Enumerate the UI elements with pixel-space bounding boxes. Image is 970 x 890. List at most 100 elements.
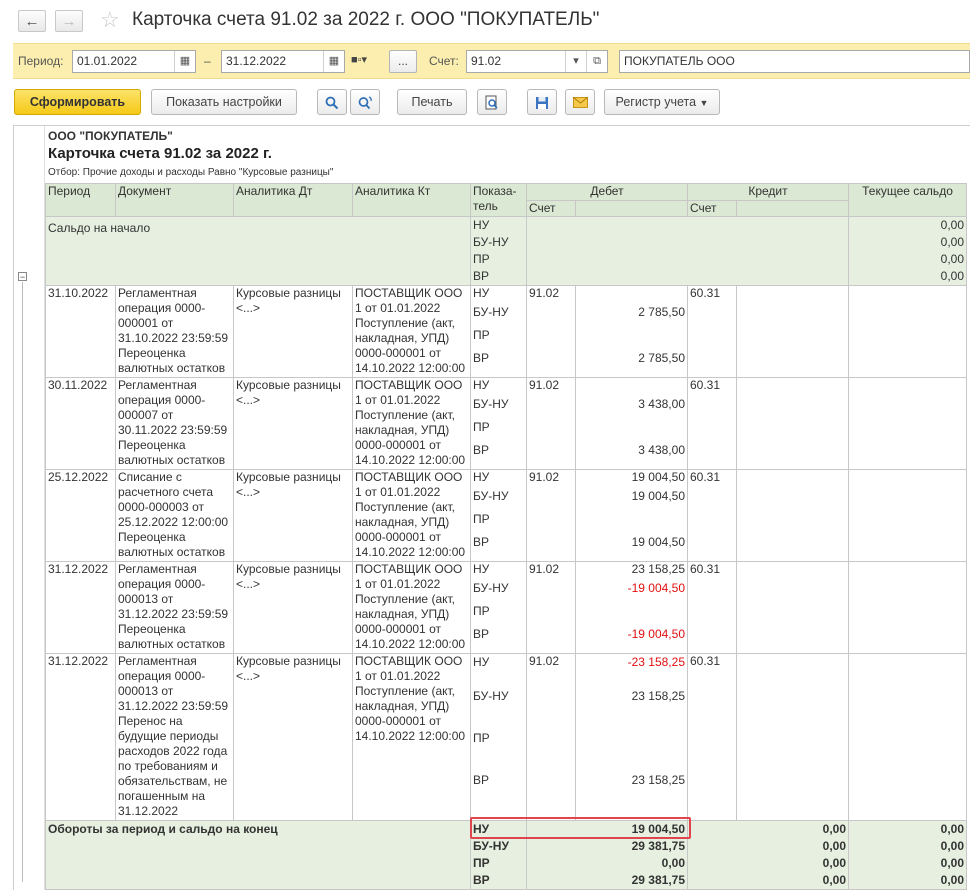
row-analytics-dt: Курсовые разницы <...>	[233, 561, 353, 654]
row-document[interactable]: Регламентная операция 0000-000013 от 31.…	[115, 653, 234, 821]
indicator: ПР	[473, 328, 490, 342]
table-row[interactable]: 31.12.2022 Регламентная операция 0000-00…	[45, 653, 967, 821]
indicator: БУ-НУ	[473, 305, 509, 319]
amount	[578, 379, 685, 394]
account-label: Счет:	[429, 54, 459, 68]
total-credit-value: 0,00	[822, 856, 846, 870]
chevron-down-icon: ▼	[699, 98, 709, 108]
total-credit-value: 0,00	[822, 873, 846, 887]
search-button[interactable]	[317, 89, 347, 115]
ledger-dropdown-button[interactable]: Регистр учета ▼	[604, 89, 720, 115]
row-debit-account: 91.02	[526, 561, 576, 654]
table-row[interactable]: 30.11.2022 Регламентная операция 0000-00…	[45, 377, 967, 470]
col-period: Период	[45, 183, 116, 217]
row-date: 30.11.2022	[45, 377, 116, 470]
row-debit-amounts: -23 158,25 23 158,25 23 158,25	[575, 653, 688, 821]
date-from-field[interactable]: 01.01.2022 ▦	[72, 50, 196, 73]
generate-button[interactable]: Сформировать	[14, 89, 141, 115]
amount	[578, 730, 685, 772]
open-icon[interactable]: ⧉	[586, 51, 607, 72]
period-variant-dropdown[interactable]: ■▫▾	[351, 53, 381, 71]
totals-label: Обороты за период и сальдо на конец	[45, 820, 471, 890]
row-debit-amounts: 2 785,50 2 785,50	[575, 285, 688, 378]
row-credit-account: 60.31	[687, 653, 737, 821]
row-analytics-kt: ПОСТАВЩИК ООО 1 от 01.01.2022 Поступлени…	[352, 561, 471, 654]
row-indicators: НУ БУ-НУ ПР ВР	[470, 469, 527, 562]
indicator: НУ	[473, 470, 490, 485]
indicator: ПР	[473, 731, 490, 745]
row-debit-amounts: 3 438,00 3 438,00	[575, 377, 688, 470]
col-credit-amount	[736, 200, 849, 217]
total-balance-value: 0,00	[940, 839, 964, 853]
total-credit-value: 0,00	[822, 839, 846, 853]
table-row[interactable]: 25.12.2022 Списание с расчетного счета 0…	[45, 469, 967, 562]
report-organization: ООО "ПОКУПАТЕЛЬ"	[48, 129, 173, 143]
forward-arrow-icon[interactable]: →	[55, 10, 83, 32]
calendar-icon[interactable]: ▦	[174, 51, 195, 72]
amount: 2 785,50	[638, 351, 685, 365]
table-row[interactable]: 31.10.2022 Регламентная операция 0000-00…	[45, 285, 967, 378]
row-analytics-dt: Курсовые разницы <...>	[233, 469, 353, 562]
amount: 23 158,25	[631, 773, 685, 787]
indicator: ВР	[473, 873, 490, 887]
row-analytics-kt: ПОСТАВЩИК ООО 1 от 01.01.2022 Поступлени…	[352, 469, 471, 562]
row-credit-amount	[736, 285, 849, 378]
opening-empty	[526, 216, 849, 286]
chevron-down-icon[interactable]: ▾	[565, 51, 586, 72]
save-button[interactable]	[527, 89, 557, 115]
row-analytics-dt: Курсовые разницы <...>	[233, 377, 353, 470]
back-arrow-icon[interactable]: ←	[18, 10, 46, 32]
row-balance	[848, 653, 967, 821]
col-analytics-dt: Аналитика Дт	[233, 183, 353, 217]
amount: 23 158,25	[631, 689, 685, 703]
row-document[interactable]: Регламентная операция 0000-000013 от 31.…	[115, 561, 234, 654]
indicator: ВР	[473, 443, 490, 457]
report-area: − ООО "ПОКУПАТЕЛЬ" Карточка счета 91.02 …	[13, 125, 970, 890]
amount: -19 004,50	[627, 627, 685, 641]
print-button[interactable]: Печать	[397, 89, 467, 115]
account-field[interactable]: 91.02 ▾ ⧉	[466, 50, 608, 73]
show-settings-button[interactable]: Показать настройки	[151, 89, 297, 115]
total-balance-value: 0,00	[940, 873, 964, 887]
col-indicator: Показа-тель	[470, 183, 527, 217]
search-refresh-button[interactable]	[350, 89, 380, 115]
total-debit-value: 29 381,75	[631, 873, 685, 887]
col-credit-account: Счет	[687, 200, 737, 217]
col-debit-account: Счет	[526, 200, 576, 217]
balance-value: 0,00	[940, 218, 964, 232]
indicator: НУ	[473, 218, 490, 232]
indicator: ПР	[473, 512, 490, 526]
period-select-button[interactable]: ...	[389, 50, 417, 73]
indicator: ВР	[473, 269, 490, 283]
calendar-icon[interactable]: ▦	[323, 51, 344, 72]
row-analytics-dt: Курсовые разницы <...>	[233, 285, 353, 378]
row-document[interactable]: Регламентная операция 0000-000007 от 30.…	[115, 377, 234, 470]
row-document[interactable]: Списание с расчетного счета 0000-000003 …	[115, 469, 234, 562]
row-credit-amount	[736, 561, 849, 654]
organization-field[interactable]: ПОКУПАТЕЛЬ ООО	[619, 50, 970, 73]
row-debit-amounts: 23 158,25 -19 004,50 -19 004,50	[575, 561, 688, 654]
row-indicators: НУ БУ-НУ ПР ВР	[470, 285, 527, 378]
period-label: Период:	[18, 54, 64, 68]
indicator: БУ-НУ	[473, 235, 509, 249]
row-document[interactable]: Регламентная операция 0000-000001 от 31.…	[115, 285, 234, 378]
amount: -19 004,50	[627, 581, 685, 595]
table-row[interactable]: 31.12.2022 Регламентная операция 0000-00…	[45, 561, 967, 654]
col-debit: Дебет	[526, 183, 688, 201]
opening-balance-row: Сальдо на начало НУ БУ-НУ ПР ВР 0,00 0,0…	[45, 216, 967, 286]
row-credit-account: 60.31	[687, 469, 737, 562]
favorite-star-icon[interactable]: ☆	[100, 7, 120, 33]
toolbar: Сформировать Показать настройки Печать Р…	[0, 86, 970, 118]
amount	[578, 508, 685, 531]
preview-button[interactable]	[477, 89, 507, 115]
row-balance	[848, 469, 967, 562]
totals-balance: 0,00 0,00 0,00 0,00	[848, 820, 967, 890]
send-email-button[interactable]	[565, 89, 595, 115]
row-date: 31.12.2022	[45, 653, 116, 821]
indicator: ВР	[473, 773, 490, 787]
date-to-field[interactable]: 31.12.2022 ▦	[221, 50, 345, 73]
collapse-group-icon[interactable]: −	[18, 272, 27, 282]
opening-balances: 0,00 0,00 0,00 0,00	[848, 216, 967, 286]
indicator: БУ-НУ	[473, 397, 509, 411]
date-to-value: 31.12.2022	[226, 54, 287, 68]
